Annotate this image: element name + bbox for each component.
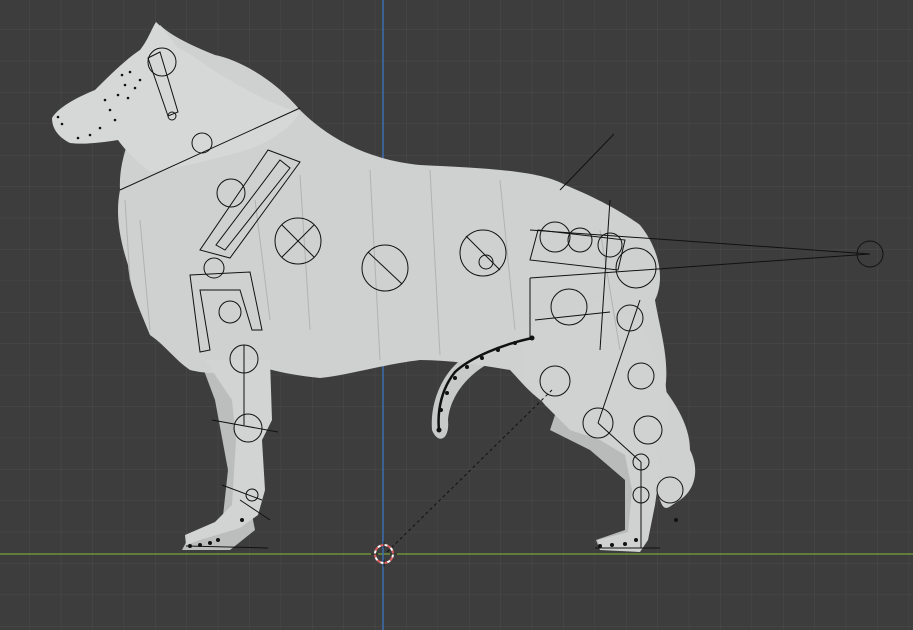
3d-cursor-icon[interactable]	[371, 541, 397, 567]
tail-dashed-link	[384, 389, 553, 555]
dog-mesh[interactable]	[52, 22, 696, 552]
3d-viewport[interactable]	[0, 0, 913, 630]
